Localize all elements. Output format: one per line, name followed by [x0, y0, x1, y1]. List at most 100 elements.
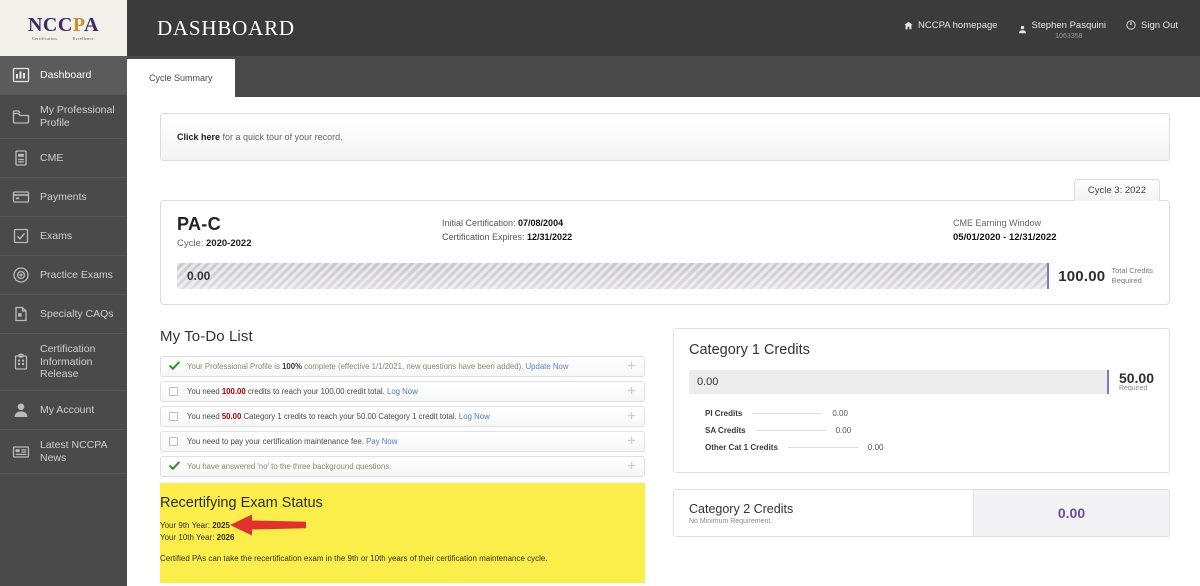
sidebar-item-label: Dashboard — [40, 68, 92, 81]
plus-icon[interactable] — [627, 411, 636, 422]
total-credits-progress: 0.00 100.00 Total Credits Required — [177, 263, 1153, 289]
sidebar-item-latest-nccpa-news[interactable]: Latest NCCPA News — [0, 430, 127, 475]
sidebar-item-cme[interactable]: CME — [0, 139, 127, 179]
user-icon — [11, 400, 31, 420]
pi-credits-value: 0.00 — [832, 409, 848, 418]
sidebar-nav: Dashboard My Professional Profile CME Pa… — [0, 56, 127, 586]
sidebar-item-my-professional-profile[interactable]: My Professional Profile — [0, 95, 127, 140]
todo-row[interactable]: Your Professional Profile is 100% comple… — [160, 356, 645, 377]
pi-credits-label: PI Credits — [705, 409, 743, 418]
user-id: 1063358 — [1055, 32, 1083, 40]
total-credits-earned: 0.00 — [187, 269, 211, 283]
cycle-summary-panel: Cycle 3: 2022 PA-C Cycle: 2020-2022 Init… — [160, 178, 1170, 305]
credits-column: Category 1 Credits 0.00 50.00 Required P… — [673, 328, 1170, 583]
cme-window-label: CME Earning Window — [953, 218, 1042, 228]
sidebar-item-label: My Account — [40, 403, 95, 416]
tour-notice-text: for a quick tour of your record. — [220, 132, 343, 142]
category-1-credits-card: Category 1 Credits 0.00 50.00 Required P… — [673, 328, 1170, 473]
cycle-tab-label: Cycle 3: 2022 — [1087, 185, 1146, 196]
user-name: Stephen Pasquini — [1031, 19, 1107, 31]
nccpa-homepage-label: NCCPA homepage — [917, 19, 998, 31]
todo-row[interactable]: You need 100.00 credits to reach your 10… — [160, 381, 645, 402]
certification-expires-value: 12/31/2022 — [527, 231, 573, 242]
sidebar-item-label: My Professional Profile — [40, 104, 115, 129]
tab-cycle-summary[interactable]: Cycle Summary — [127, 59, 235, 97]
power-icon — [1126, 20, 1136, 30]
cycle-years: 2020-2022 — [206, 238, 252, 249]
sidebar-item-specialty-caqs[interactable]: Specialty CAQs — [0, 295, 127, 335]
top-bar-actions: NCCPA homepage Stephen Pasquini 1063358 — [904, 17, 1178, 40]
checkbox-icon[interactable] — [169, 437, 178, 446]
sidebar-item-label: CME — [40, 151, 64, 164]
initial-certification-value: 07/08/2004 — [518, 218, 564, 228]
sa-credits-label: SA Credits — [705, 426, 746, 435]
category-1-bar: 0.00 — [689, 370, 1109, 394]
news-icon — [11, 442, 31, 462]
plus-icon[interactable] — [627, 436, 636, 447]
user-menu[interactable]: Stephen Pasquini 1063358 — [1018, 20, 1106, 40]
sa-credits-row: SA Credits 0.00 — [689, 422, 1154, 439]
todo-row[interactable]: You need 50.00 Category 1 credits to rea… — [160, 406, 645, 427]
category-2-title: Category 2 Credits — [689, 501, 794, 516]
logo-tagline-right: Excellence. — [72, 35, 96, 41]
page-title: DASHBOARD — [157, 15, 295, 40]
tour-link[interactable]: Click here — [177, 132, 220, 142]
top-bar: DASHBOARD NCCPA homepage Stephen Pasquin… — [127, 0, 1200, 56]
sidebar-item-my-account[interactable]: My Account — [0, 391, 127, 430]
nccpa-homepage-link[interactable]: NCCPA homepage — [904, 20, 998, 31]
category-1-title: Category 1 Credits — [689, 342, 810, 358]
sidebar-item-exams[interactable]: Exams — [0, 217, 127, 257]
other-cat1-credits-label: Other Cat 1 Credits — [705, 443, 778, 452]
dashboard-page: NCCPA Certification. Excellence. Dashboa… — [0, 0, 1200, 586]
document-icon — [11, 148, 31, 168]
tab-label: Cycle Summary — [149, 73, 213, 83]
sidebar: NCCPA Certification. Excellence. Dashboa… — [0, 0, 127, 586]
credit-card-icon — [11, 187, 31, 207]
sidebar-item-label: Practice Exams — [40, 268, 113, 281]
sa-credits-value: 0.00 — [835, 426, 852, 435]
checkbox-icon[interactable] — [169, 387, 178, 396]
todo-text-0: Your Professional Profile is 100% comple… — [187, 362, 569, 371]
total-credits-caption-line2: Required — [1111, 276, 1142, 285]
home-icon — [904, 21, 913, 30]
todo-text-2: You need 50.00 Category 1 credits to rea… — [187, 412, 490, 421]
logo-text-part3: A — [84, 13, 100, 36]
cycle-selector-tab[interactable]: Cycle 3: 2022 — [1073, 179, 1160, 201]
year9-label: Your 9th Year: — [160, 521, 213, 530]
plus-icon[interactable] — [627, 361, 636, 372]
target-icon — [11, 265, 31, 285]
logo-text-part1: NCC — [27, 13, 73, 36]
initial-certification-label: Initial Certification: — [442, 218, 519, 228]
checkbox-icon[interactable] — [169, 412, 178, 421]
other-cat1-credits-row: Other Cat 1 Credits 0.00 — [689, 439, 1154, 456]
red-arrow-annotation-icon — [228, 512, 308, 538]
plus-icon[interactable] — [627, 461, 636, 472]
other-cat1-credits-value: 0.00 — [867, 443, 884, 452]
category-1-earned: 0.00 — [697, 376, 719, 388]
pi-credits-row: PI Credits 0.00 — [689, 405, 1154, 422]
certificate-icon — [11, 304, 31, 324]
nccpa-logo[interactable]: NCCPA Certification. Excellence. — [0, 0, 127, 56]
category-1-required-caption: Required — [1118, 385, 1148, 392]
sign-out-button[interactable]: Sign Out — [1126, 20, 1178, 31]
sidebar-item-label: Payments — [40, 190, 87, 203]
sidebar-item-certification-information-release[interactable]: Certification Information Release — [0, 334, 127, 391]
divider — [752, 413, 823, 414]
plus-icon[interactable] — [627, 386, 636, 397]
certification-expires-label: Certification Expires: — [442, 231, 528, 242]
todo-row[interactable]: You need to pay your certification maint… — [160, 431, 645, 452]
sidebar-item-payments[interactable]: Payments — [0, 178, 127, 218]
clipboard-icon — [11, 352, 31, 372]
sidebar-item-label: Certification Information Release — [40, 343, 96, 381]
sidebar-item-dashboard[interactable]: Dashboard — [0, 56, 127, 95]
todo-row[interactable]: You have answered 'no' to the three back… — [160, 456, 645, 477]
logo-text-part2: P — [72, 13, 85, 36]
user-icon — [1018, 25, 1027, 34]
todo-column: My To-Do List Your Professional Profile … — [160, 328, 645, 583]
category-2-subtitle: No Minimum Requirement. — [689, 517, 773, 525]
sidebar-item-practice-exams[interactable]: Practice Exams — [0, 256, 127, 296]
main-area: DASHBOARD NCCPA homepage Stephen Pasquin… — [127, 0, 1200, 586]
total-credits-required: 100.00 — [1058, 267, 1106, 285]
todo-text-3: You need to pay your certification maint… — [187, 437, 398, 446]
credential-title: PA-C — [177, 214, 221, 234]
